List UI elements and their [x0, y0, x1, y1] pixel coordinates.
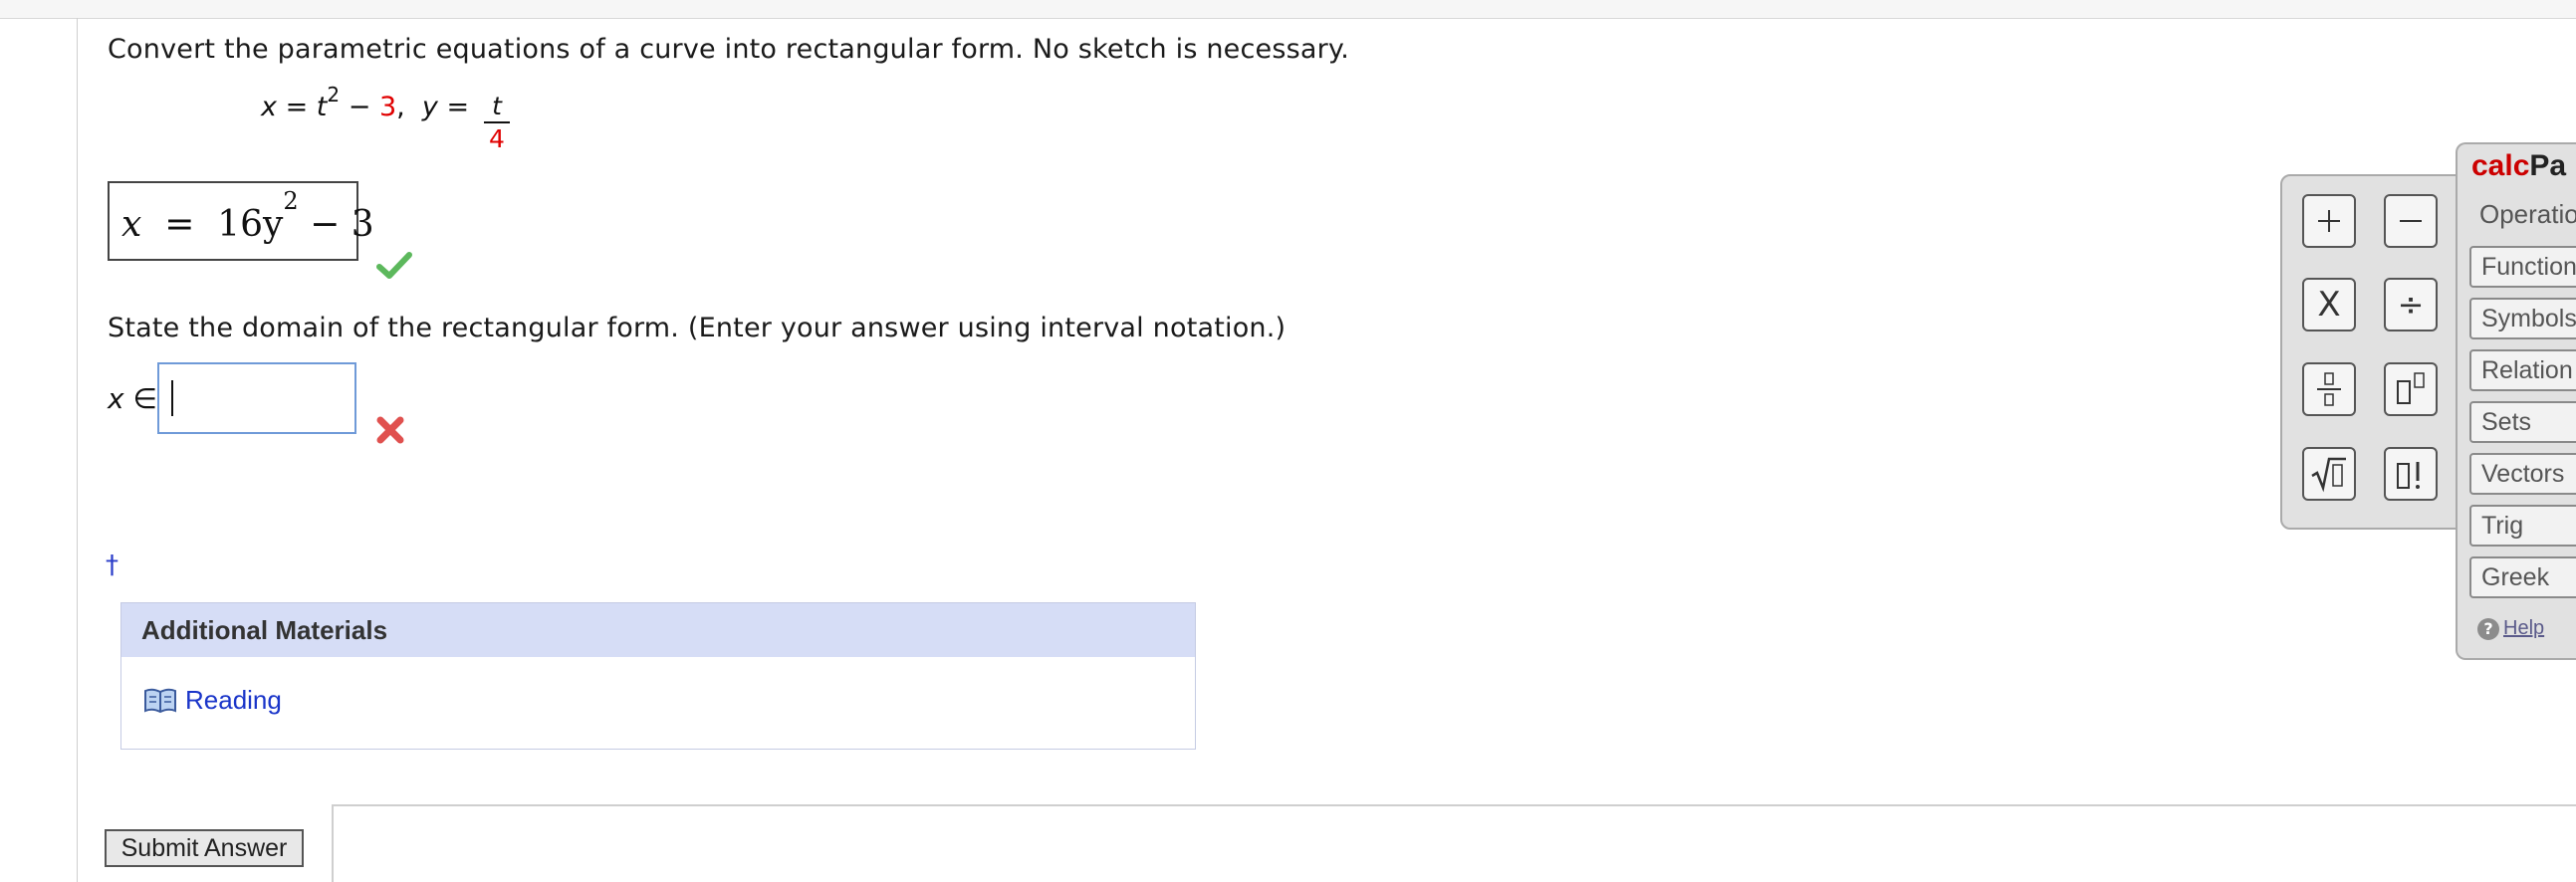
factorial-icon	[2397, 462, 2420, 489]
eq-constant: 3	[378, 92, 397, 122]
reading-label[interactable]: Reading	[185, 685, 282, 716]
eq-equals: =	[285, 92, 309, 122]
calcpad-keypad: X ÷	[2280, 174, 2483, 530]
minus-icon	[2400, 220, 2422, 222]
top-bar	[0, 0, 2576, 19]
domain-label-var: x	[108, 382, 124, 415]
fraction-denominator: 4	[489, 124, 505, 153]
answer-1-rhs-suffix: − 3	[298, 204, 374, 245]
reading-link[interactable]: Reading	[143, 685, 282, 716]
help-link[interactable]: ? Help	[2477, 617, 2544, 640]
materials-header: Additional Materials	[121, 603, 1195, 657]
fraction-key[interactable]	[2302, 362, 2356, 416]
answer-1-box[interactable]: x = 16y2 − 3	[108, 181, 374, 261]
domain-input[interactable]	[157, 362, 356, 434]
category-symbols[interactable]: Symbols	[2469, 298, 2576, 339]
exponent-key[interactable]	[2384, 362, 2438, 416]
category-trig[interactable]: Trig	[2469, 505, 2576, 547]
category-relations[interactable]: Relation	[2469, 349, 2576, 391]
parametric-equation: x = t2 − 3, y =	[261, 83, 470, 161]
help-label[interactable]: Help	[2503, 617, 2544, 640]
category-functions[interactable]: Function	[2469, 246, 2576, 288]
domain-prompt: State the domain of the rectangular form…	[108, 313, 1287, 343]
operations-label: Operatio	[2479, 199, 2576, 229]
eq-t-exponent: 2	[327, 83, 341, 107]
answer-1-rhs-prefix: 16y	[217, 204, 284, 245]
additional-materials-panel: Additional Materials Reading	[120, 602, 1196, 750]
sqrt-icon	[2311, 457, 2346, 493]
category-sets[interactable]: Sets	[2469, 401, 2576, 443]
category-vectors[interactable]: Vectors	[2469, 453, 2576, 495]
eq-separator: ,	[396, 92, 405, 122]
eq-fraction: t 4	[484, 92, 510, 155]
left-divider	[77, 18, 78, 882]
plus-key[interactable]	[2302, 194, 2356, 248]
fraction-numerator: t	[492, 92, 502, 120]
calcpad-title-dark: Pa	[2529, 149, 2567, 182]
footnote-dagger: †	[106, 551, 118, 580]
category-greek[interactable]: Greek	[2469, 556, 2576, 598]
fraction-icon	[2317, 372, 2341, 406]
answer-1-lhs: x	[121, 204, 142, 245]
calcpad-title: calcPa	[2471, 149, 2566, 183]
plus-icon	[2318, 210, 2340, 232]
sqrt-key[interactable]	[2302, 447, 2356, 501]
book-icon	[144, 688, 176, 713]
minus-key[interactable]	[2384, 194, 2438, 248]
eq-equals-2: =	[446, 92, 470, 122]
calcpad-title-red: calc	[2471, 149, 2530, 182]
eq-x-var: x	[261, 92, 277, 122]
text-caret	[171, 380, 173, 416]
factorial-key[interactable]	[2384, 447, 2438, 501]
question-prompt: Convert the parametric equations of a cu…	[108, 34, 1350, 65]
incorrect-x-icon	[376, 416, 404, 444]
submit-answer-button[interactable]: Submit Answer	[105, 829, 304, 867]
answer-1-rhs-exponent: 2	[283, 187, 299, 215]
answer-1-expression: x = 16y2 − 3	[121, 187, 374, 245]
bottom-panel	[332, 804, 2576, 882]
eq-y-var: y	[421, 92, 438, 122]
correct-check-icon	[376, 252, 412, 279]
exponent-icon	[2397, 372, 2425, 404]
eq-t-var: t	[316, 92, 328, 122]
divide-key[interactable]: ÷	[2384, 278, 2438, 331]
multiply-key[interactable]: X	[2302, 278, 2356, 331]
domain-label: x ∈	[108, 382, 157, 415]
help-icon: ?	[2477, 617, 2499, 640]
domain-label-symbol: ∈	[132, 382, 157, 415]
eq-minus: −	[348, 92, 371, 122]
